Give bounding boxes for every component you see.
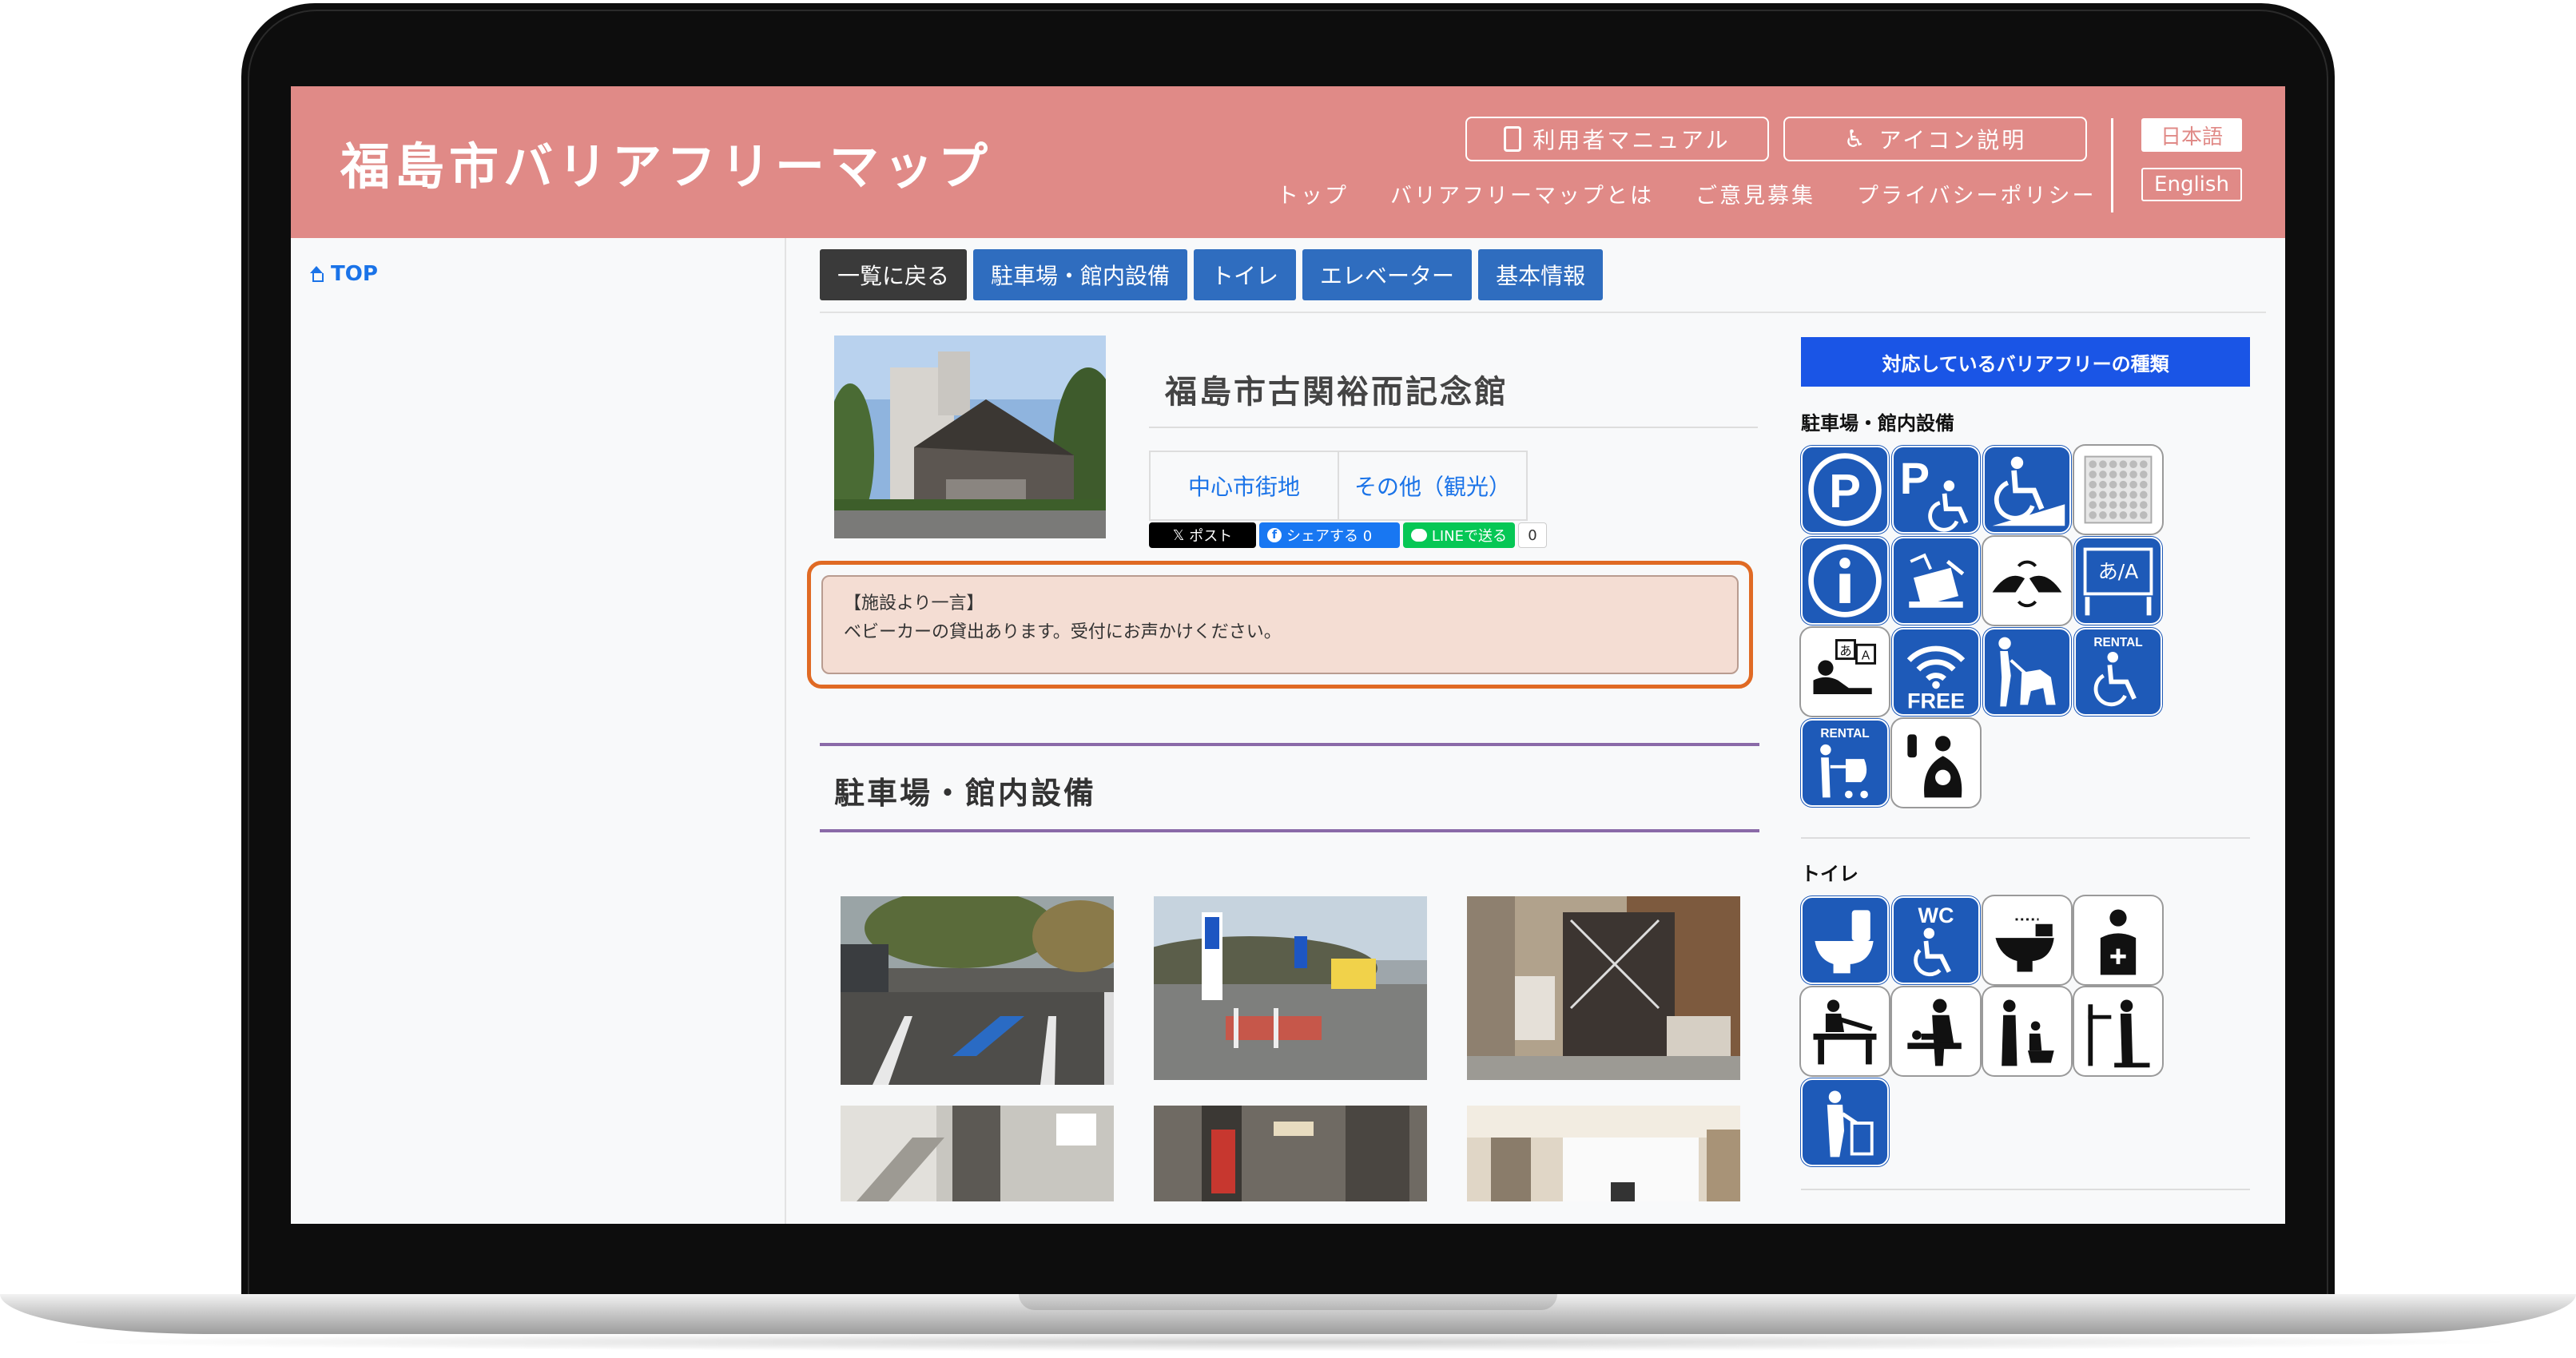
user-manual-label: 利用者マニュアル <box>1532 127 1731 153</box>
photo-building-entrance[interactable] <box>1467 896 1740 1080</box>
photo-audio-guide[interactable] <box>1467 1106 1740 1201</box>
adult-changing-bed-icon[interactable] <box>1801 987 1889 1075</box>
svg-text:P: P <box>1829 464 1861 518</box>
guide-dog-icon[interactable] <box>1983 628 2071 716</box>
section-title: 駐車場・館内設備 <box>834 776 1097 811</box>
svg-text:RENTAL: RENTAL <box>1820 727 1869 741</box>
line-share-label: LINEで送る <box>1431 528 1507 545</box>
left-sidebar: TOP <box>291 238 786 1224</box>
facility-name: 福島市古関裕而記念館 <box>1165 374 1509 411</box>
tab-parking-facilities[interactable]: 駐車場・館内設備 <box>973 249 1188 300</box>
smartphone-icon <box>1504 126 1522 152</box>
tabs-divider <box>820 312 2266 313</box>
laptop-shadow <box>48 1332 2528 1352</box>
nav-feedback[interactable]: ご意見募集 <box>1695 178 1815 209</box>
svg-text:あ: あ <box>1839 644 1851 658</box>
site-logo[interactable]: 福島市バリアフリーマップ <box>340 126 992 198</box>
handrail-icon[interactable] <box>2074 987 2162 1075</box>
notice-heading: 【施設より一言】 <box>844 594 984 613</box>
wheelchair-ramp-icon[interactable] <box>1983 446 2071 534</box>
share-buttons: 𝕏 ポスト f シェアする 0 LINEで送る 0 <box>1149 522 1547 548</box>
free-wifi-icon[interactable]: FREE <box>1892 628 1980 716</box>
child-toilet-icon[interactable] <box>1983 987 2071 1075</box>
tab-elevator[interactable]: エレベーター <box>1302 249 1473 300</box>
baby-changing-icon[interactable] <box>1892 987 1980 1075</box>
facebook-share-button[interactable]: f シェアする 0 <box>1259 522 1400 548</box>
browser-screen: 福島市バリアフリーマップ 利用者マニュアル ♿ アイコン説明 トップ バリアフリ… <box>291 86 2285 1224</box>
nav-top[interactable]: トップ <box>1277 178 1349 209</box>
x-post-label: ポスト <box>1189 528 1233 545</box>
ostomate-icon[interactable] <box>2074 896 2162 984</box>
svg-text:WC: WC <box>1918 903 1954 927</box>
x-icon: 𝕏 <box>1172 526 1185 544</box>
home-icon <box>308 266 324 282</box>
main-nav: トップ バリアフリーマップとは ご意見募集 プライバシーポリシー <box>1277 178 2096 209</box>
information-icon[interactable] <box>1801 537 1889 625</box>
x-post-button[interactable]: 𝕏 ポスト <box>1149 522 1256 548</box>
parking-facility-icons: P P あ/A あA FREE RENTAL RENTAL <box>1801 446 2162 807</box>
section-rule-top <box>820 743 1759 746</box>
lang-english-button[interactable]: English <box>2141 168 2242 201</box>
interpreter-icon[interactable]: あA <box>1801 628 1889 716</box>
tab-back-to-list[interactable]: 一覧に戻る <box>820 249 968 300</box>
toilet-icons: WC <box>1801 896 2162 1166</box>
photo-parking-entrance[interactable] <box>1154 896 1427 1080</box>
tactile-paving-icon[interactable] <box>2074 446 2162 534</box>
line-icon <box>1411 529 1427 542</box>
header-divider <box>2111 118 2113 212</box>
garbage-disposal-icon[interactable] <box>1801 1078 1889 1166</box>
group-divider-2 <box>1801 1189 2250 1190</box>
facility-photo[interactable] <box>834 336 1106 538</box>
western-toilet-icon[interactable] <box>1801 896 1889 984</box>
wheelchair-rental-icon[interactable]: RENTAL <box>2074 628 2162 716</box>
photo-parking-lot[interactable] <box>841 896 1114 1085</box>
facebook-icon: f <box>1267 528 1282 542</box>
group-divider-1 <box>1801 837 2250 839</box>
laptop-notch <box>1019 1294 1557 1310</box>
multilingual-sign-icon[interactable]: あ/A <box>2074 537 2162 625</box>
lang-japanese-button[interactable]: 日本語 <box>2141 118 2242 152</box>
top-link[interactable]: TOP <box>308 262 378 286</box>
share-count: 0 <box>1518 522 1547 548</box>
svg-text:あ/A: あ/A <box>2098 560 2139 583</box>
user-manual-button[interactable]: 利用者マニュアル <box>1465 117 1769 161</box>
title-underline <box>1149 427 1758 428</box>
nursing-room-icon[interactable] <box>1892 719 1980 807</box>
icon-guide-label: アイコン説明 <box>1878 127 2027 153</box>
facebook-share-label: シェアする 0 <box>1286 528 1373 545</box>
wheelchair-icon: ♿ <box>1843 125 1868 153</box>
notice-body: ベビーカーの貸出あります。受付にお声かけください。 <box>844 622 1282 642</box>
facility-notice: 【施設より一言】 ベビーカーの貸出あります。受付にお声かけください。 <box>821 575 1739 674</box>
nav-privacy[interactable]: プライバシーポリシー <box>1857 178 2096 209</box>
icon-guide-button[interactable]: ♿ アイコン説明 <box>1783 117 2087 161</box>
washlet-icon[interactable] <box>1983 896 2071 984</box>
tab-toilet[interactable]: トイレ <box>1194 249 1297 300</box>
accessible-parking-icon[interactable]: P <box>1892 446 1980 534</box>
photo-interior-stairs[interactable] <box>841 1106 1114 1201</box>
section-rule-bottom <box>820 829 1759 832</box>
accessible-wc-icon[interactable]: WC <box>1892 896 1980 984</box>
top-link-label: TOP <box>331 262 378 286</box>
category-area[interactable]: 中心市街地 <box>1151 452 1338 519</box>
photo-vending-machine[interactable] <box>1154 1106 1427 1201</box>
sign-language-icon[interactable] <box>1983 537 2071 625</box>
section-tabs: 一覧に戻る 駐車場・館内設備 トイレ エレベーター 基本情報 <box>820 249 1604 300</box>
svg-text:RENTAL: RENTAL <box>2093 636 2142 649</box>
parking-icon[interactable]: P <box>1801 446 1889 534</box>
stroller-rental-icon[interactable]: RENTAL <box>1801 719 1889 807</box>
category-type[interactable]: その他（観光） <box>1338 452 1526 519</box>
group-title-parking: 駐車場・館内設備 <box>1801 412 1954 435</box>
barrier-free-types-header: 対応しているバリアフリーの種類 <box>1801 337 2250 387</box>
svg-text:P: P <box>1900 453 1930 503</box>
writing-board-icon[interactable] <box>1892 537 1980 625</box>
line-share-button[interactable]: LINEで送る <box>1403 522 1515 548</box>
category-box: 中心市街地 その他（観光） <box>1149 451 1528 521</box>
svg-text:FREE: FREE <box>1907 689 1965 713</box>
nav-about[interactable]: バリアフリーマップとは <box>1390 178 1654 209</box>
group-title-toilet: トイレ <box>1801 863 1858 885</box>
site-header: 福島市バリアフリーマップ 利用者マニュアル ♿ アイコン説明 トップ バリアフリ… <box>291 86 2285 238</box>
svg-text:A: A <box>1862 649 1870 663</box>
tab-basic-info[interactable]: 基本情報 <box>1478 249 1604 300</box>
